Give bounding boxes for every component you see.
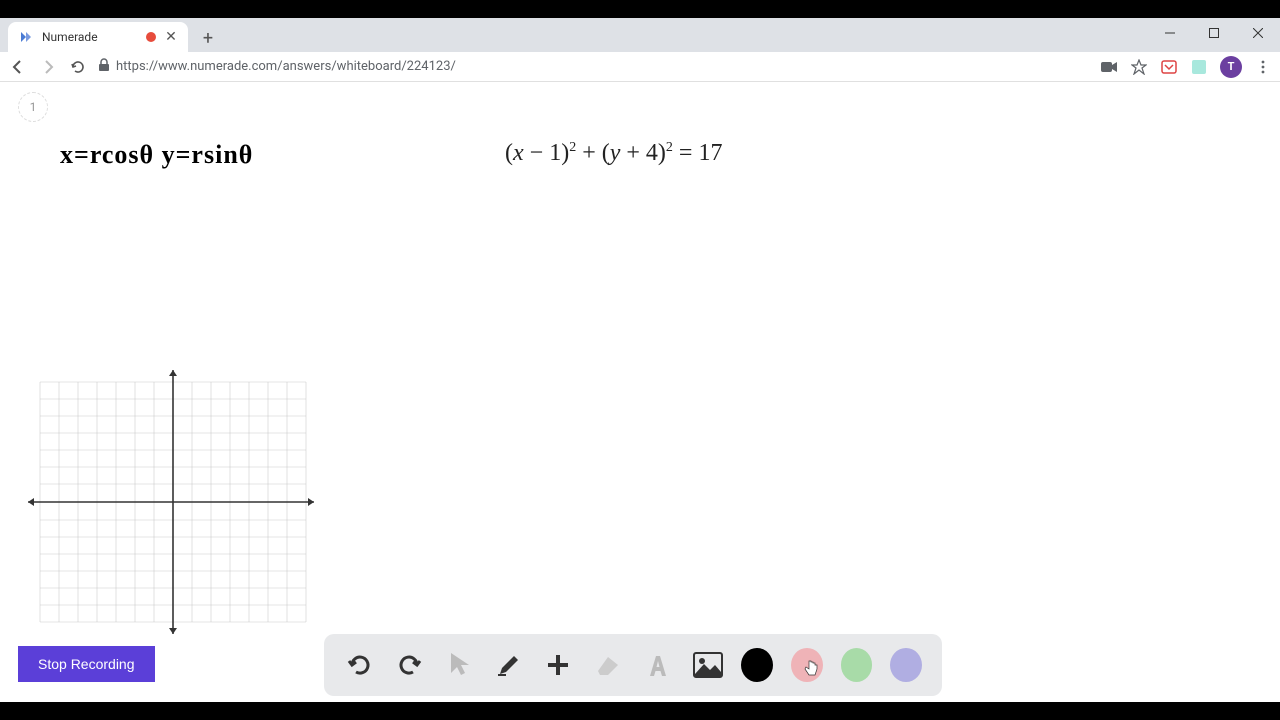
- stop-recording-button[interactable]: Stop Recording: [18, 646, 155, 682]
- color-green[interactable]: [841, 648, 873, 682]
- lock-icon: [98, 57, 110, 76]
- pointer-tool[interactable]: [443, 648, 475, 682]
- whiteboard-toolbar: [324, 634, 942, 696]
- typed-equation: (x − 1)2 + (y + 4)2 = 17: [505, 140, 722, 167]
- favicon-icon: [18, 29, 34, 45]
- tab-bar: Numerade ✕ +: [0, 18, 1280, 52]
- url-bar[interactable]: https://www.numerade.com/answers/whitebo…: [98, 57, 1090, 76]
- extension-pocket-icon[interactable]: [1160, 58, 1178, 76]
- redo-button[interactable]: [394, 648, 426, 682]
- undo-button[interactable]: [344, 648, 376, 682]
- new-tab-button[interactable]: +: [194, 24, 222, 52]
- image-tool[interactable]: [692, 648, 724, 682]
- maximize-button[interactable]: [1192, 18, 1236, 48]
- address-bar: https://www.numerade.com/answers/whitebo…: [0, 52, 1280, 82]
- close-window-button[interactable]: [1236, 18, 1280, 48]
- tab-title: Numerade: [42, 30, 138, 44]
- minimize-button[interactable]: [1148, 18, 1192, 48]
- camera-icon[interactable]: [1100, 58, 1118, 76]
- extension-box-icon[interactable]: [1190, 58, 1208, 76]
- menu-icon[interactable]: [1254, 58, 1272, 76]
- page-number: 1: [18, 92, 48, 122]
- color-black[interactable]: [741, 648, 773, 682]
- coordinate-grid: [18, 362, 318, 642]
- forward-button[interactable]: [38, 57, 58, 77]
- eraser-tool[interactable]: [592, 648, 624, 682]
- profile-avatar[interactable]: T: [1220, 56, 1242, 78]
- add-tool[interactable]: [543, 648, 575, 682]
- url-text: https://www.numerade.com/answers/whitebo…: [116, 59, 456, 74]
- star-icon[interactable]: [1130, 58, 1148, 76]
- text-tool[interactable]: [642, 648, 674, 682]
- color-pink[interactable]: [791, 648, 823, 682]
- pen-tool[interactable]: [493, 648, 525, 682]
- reload-button[interactable]: [68, 57, 88, 77]
- recording-indicator-icon: [146, 32, 156, 42]
- back-button[interactable]: [8, 57, 28, 77]
- color-purple[interactable]: [890, 648, 922, 682]
- handwritten-formula: x=rcosθ y=rsinθ: [60, 140, 253, 170]
- browser-window: Numerade ✕ + https://www.numerade.com/an…: [0, 18, 1280, 702]
- whiteboard-canvas[interactable]: 1 x=rcosθ y=rsinθ (x − 1)2 + (y + 4)2 = …: [0, 82, 1280, 702]
- close-tab-button[interactable]: ✕: [164, 30, 178, 44]
- browser-tab[interactable]: Numerade ✕: [8, 22, 188, 52]
